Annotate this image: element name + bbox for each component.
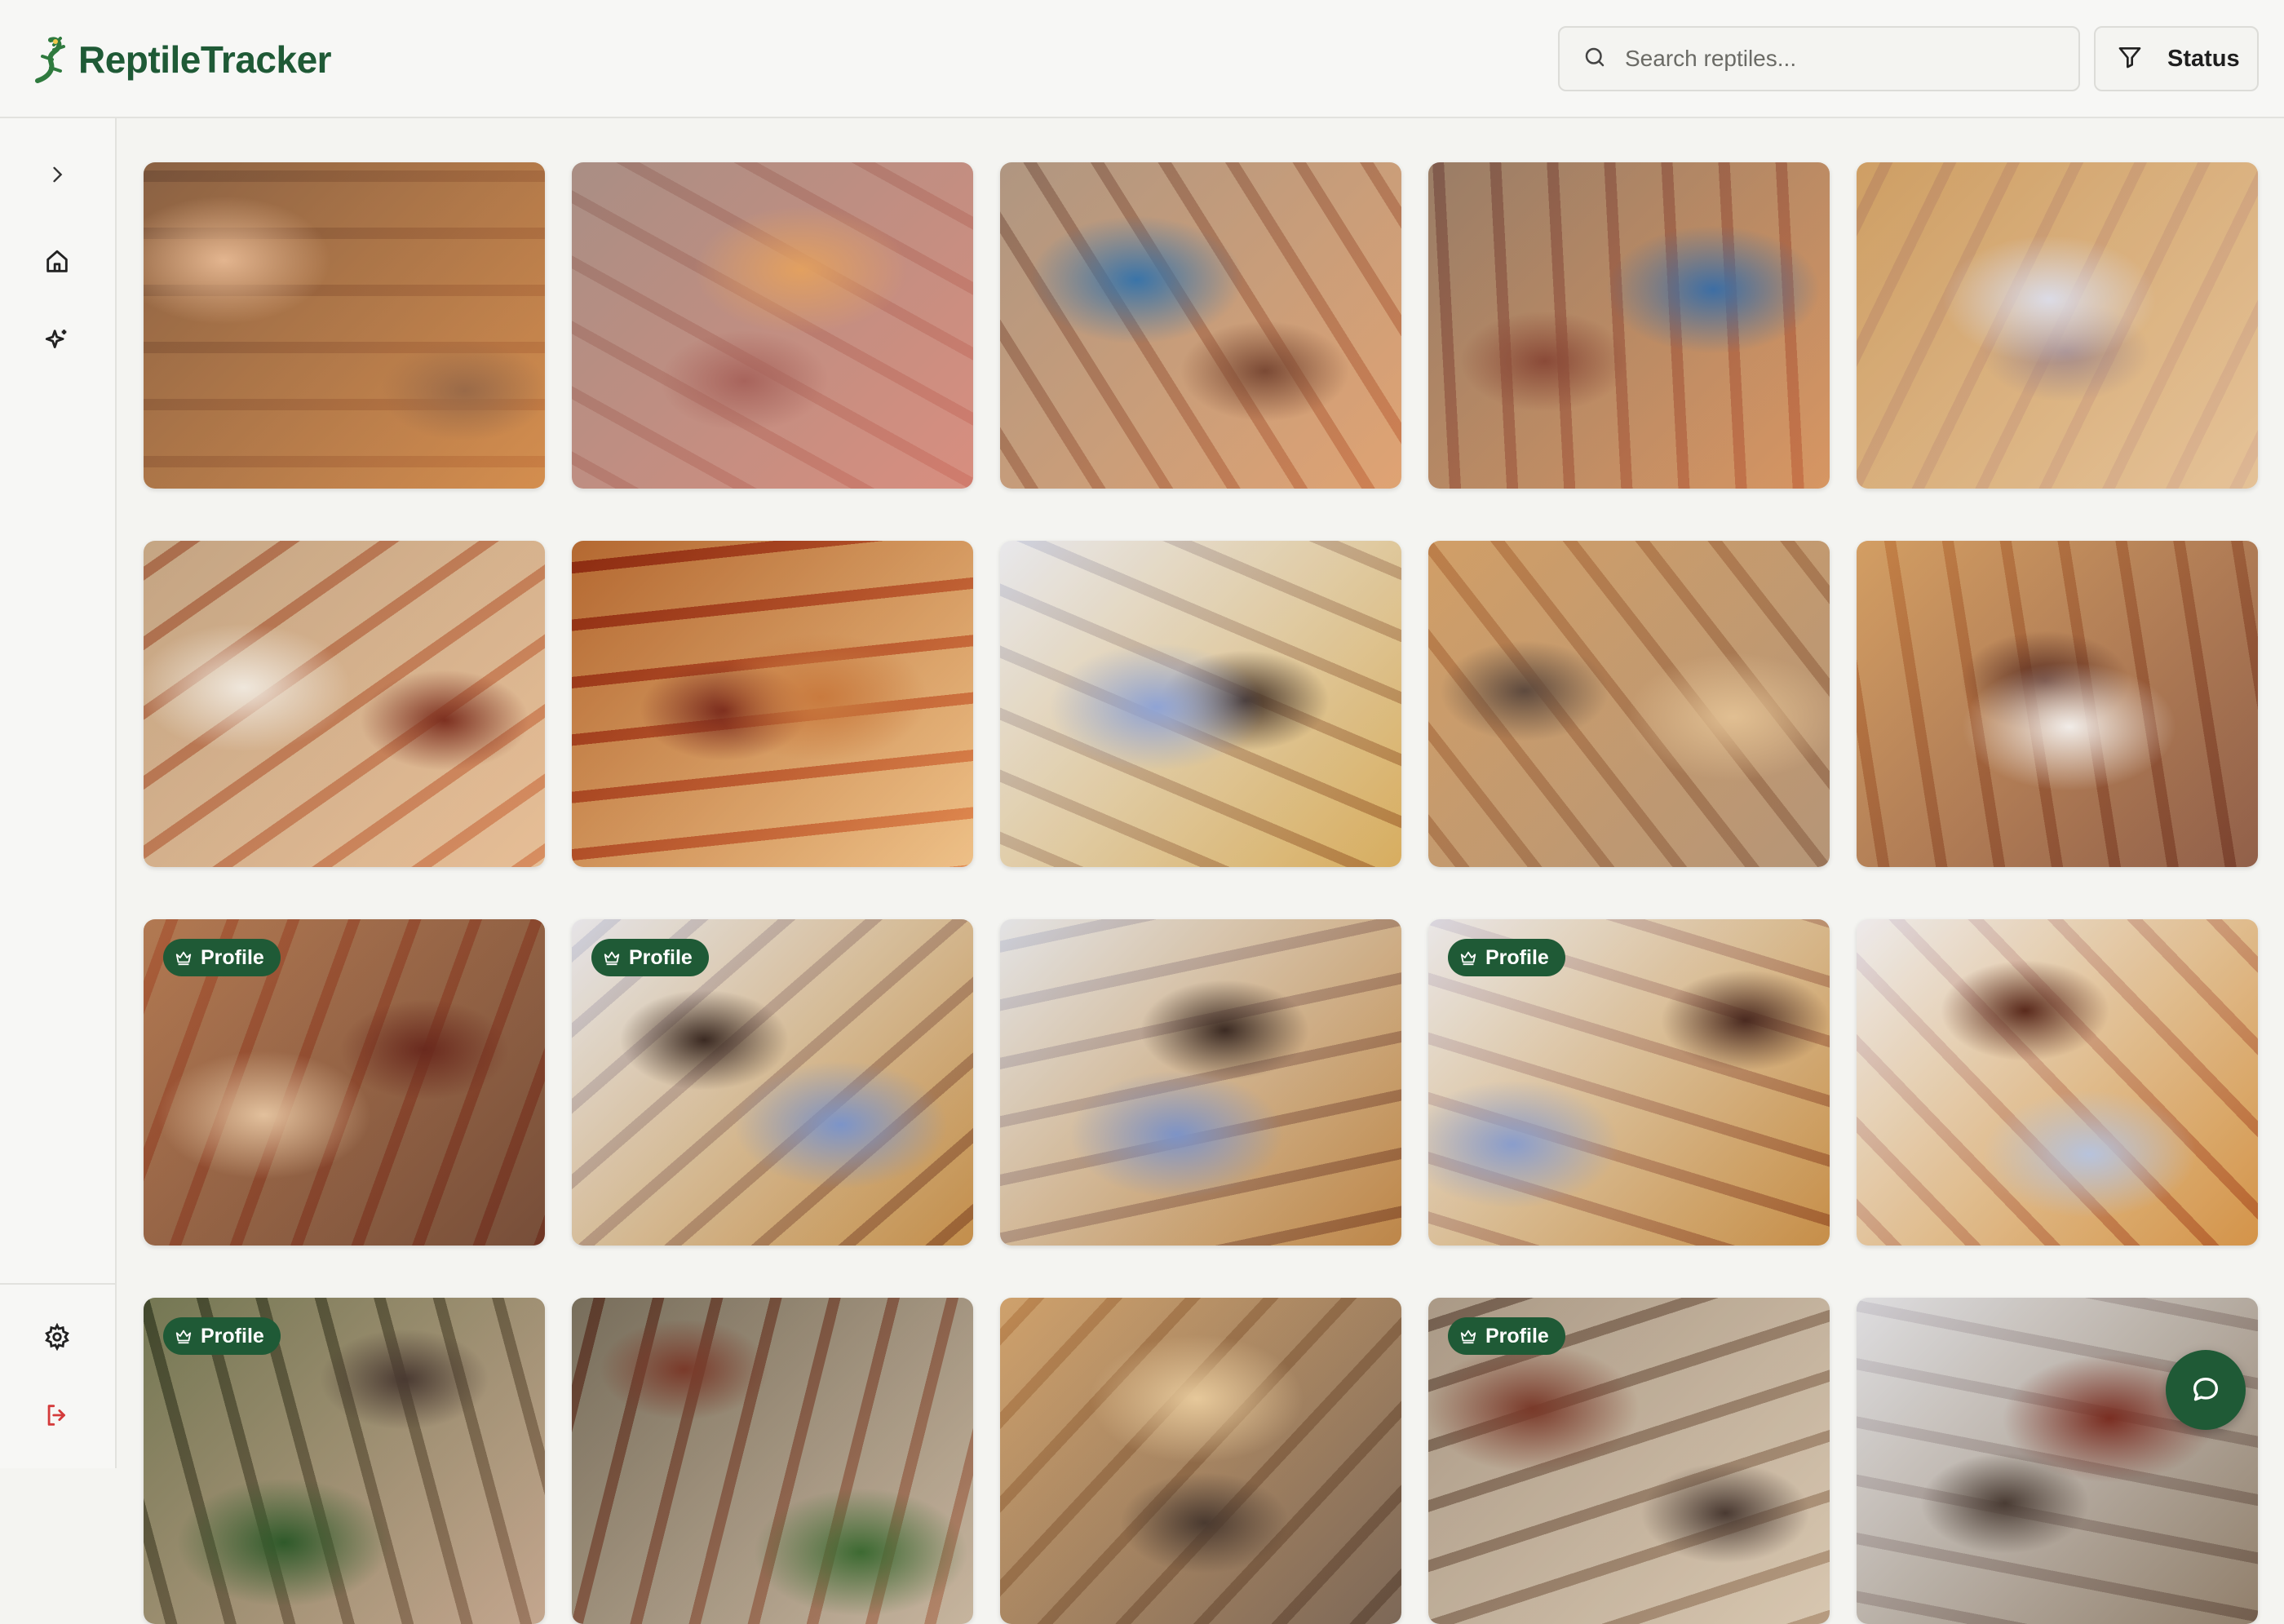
sidebar-item-ai[interactable] — [38, 321, 77, 360]
profile-badge: Profile — [1448, 939, 1565, 976]
reptile-card[interactable]: Profile — [572, 919, 973, 1246]
crown-icon — [175, 951, 192, 966]
reptile-card[interactable] — [1857, 541, 2258, 867]
profile-badge-label: Profile — [201, 1324, 264, 1347]
search-box[interactable] — [1558, 26, 2080, 91]
crown-icon — [175, 1330, 192, 1344]
status-filter-label: Status — [2167, 45, 2240, 72]
sidebar — [0, 118, 117, 1468]
chat-button[interactable] — [2166, 1350, 2246, 1430]
sparkles-icon — [45, 330, 67, 348]
reptile-photo — [1000, 162, 1401, 489]
reptile-card[interactable] — [1000, 1298, 1401, 1624]
brand[interactable]: ReptileTracker — [24, 31, 332, 88]
logout-icon — [47, 1405, 65, 1426]
reptile-photo — [1857, 919, 2258, 1246]
reptile-photo — [1857, 1298, 2258, 1624]
reptile-photo — [1428, 162, 1830, 489]
search-icon — [1582, 45, 1607, 73]
reptile-card[interactable]: Profile — [1428, 919, 1830, 1246]
reptile-photo — [572, 541, 973, 867]
app-header: ReptileTracker Status — [0, 0, 2284, 118]
sidebar-item-logout[interactable] — [38, 1396, 77, 1435]
sidebar-item-home[interactable] — [38, 242, 77, 281]
reptile-card[interactable] — [144, 162, 545, 489]
search-input[interactable] — [1625, 46, 2065, 72]
reptile-card[interactable] — [1428, 162, 1830, 489]
reptile-photo — [1857, 541, 2258, 867]
reptile-photo — [1857, 162, 2258, 489]
sidebar-item-settings[interactable] — [38, 1317, 77, 1356]
reptile-card[interactable] — [1857, 1298, 2258, 1624]
reptile-card[interactable]: Profile — [144, 1298, 545, 1624]
filter-icon — [2117, 44, 2143, 74]
profile-badge-label: Profile — [1485, 1324, 1549, 1347]
profile-badge-label: Profile — [1485, 945, 1549, 969]
crown-icon — [1460, 951, 1476, 966]
crown-icon — [1460, 1330, 1476, 1344]
profile-badge-label: Profile — [201, 945, 264, 969]
reptile-photo — [572, 162, 973, 489]
reptile-card[interactable] — [1000, 919, 1401, 1246]
reptile-photo — [1000, 1298, 1401, 1624]
reptile-photo — [144, 162, 545, 489]
chat-bubble-icon — [2193, 1378, 2218, 1401]
reptile-card[interactable]: Profile — [144, 919, 545, 1246]
reptile-photo — [1000, 919, 1401, 1246]
reptile-card[interactable] — [572, 1298, 973, 1624]
reptile-card[interactable] — [1857, 162, 2258, 489]
reptile-card[interactable] — [1428, 541, 1830, 867]
reptile-photo — [1428, 541, 1830, 867]
chevron-right-icon — [53, 166, 63, 183]
crown-icon — [604, 951, 620, 966]
reptile-photo — [572, 1298, 973, 1624]
sidebar-divider — [0, 1283, 115, 1285]
sidebar-expand-button[interactable] — [38, 155, 77, 194]
profile-badge: Profile — [163, 1317, 281, 1355]
lizard-logo-icon — [24, 31, 70, 88]
profile-badge: Profile — [591, 939, 709, 976]
reptile-card[interactable]: Profile — [1428, 1298, 1830, 1624]
profile-badge: Profile — [1448, 1317, 1565, 1355]
reptile-card[interactable] — [1857, 919, 2258, 1246]
app-title: ReptileTracker — [78, 38, 332, 81]
reptile-card[interactable] — [1000, 162, 1401, 489]
status-filter-button[interactable]: Status — [2094, 26, 2259, 91]
gear-icon — [45, 1323, 69, 1351]
reptile-card[interactable] — [572, 541, 973, 867]
profile-badge: Profile — [163, 939, 281, 976]
reptile-card[interactable] — [1000, 541, 1401, 867]
reptile-gallery: Profile Profile Profile Profile Profile — [144, 162, 2258, 1624]
home-icon — [46, 250, 68, 272]
profile-badge-label: Profile — [629, 945, 693, 969]
reptile-card[interactable] — [144, 541, 545, 867]
reptile-photo — [1000, 541, 1401, 867]
reptile-card[interactable] — [572, 162, 973, 489]
reptile-photo — [144, 541, 545, 867]
